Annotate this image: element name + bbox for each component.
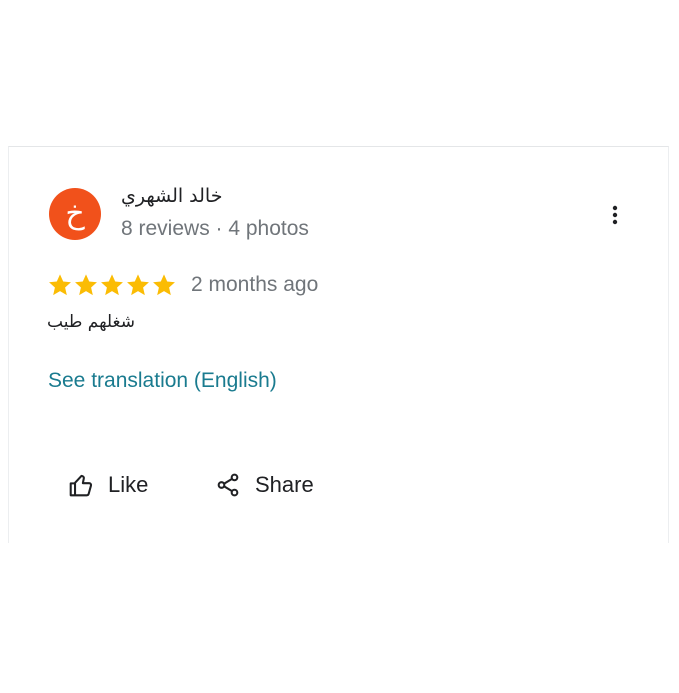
reviewer-name[interactable]: خالد الشهري: [121, 185, 222, 207]
thumb-up-icon: [69, 474, 93, 497]
share-label: Share: [255, 472, 314, 497]
rating-row: 2 months ago: [47, 271, 318, 299]
share-icon: [217, 473, 239, 497]
review-card: خ خالد الشهري 8 reviews · 4 photos 2 mon…: [8, 146, 669, 543]
star-icon: [153, 274, 175, 296]
star-icon: [127, 274, 149, 296]
star-icon: [101, 274, 123, 296]
share-button[interactable]: Share: [215, 467, 314, 503]
like-label: Like: [108, 472, 149, 497]
more-vert-icon: [612, 205, 618, 225]
star-icon: [49, 274, 71, 296]
star-icon: [75, 274, 97, 296]
star-rating: [47, 272, 177, 298]
review-text: شغلهم طيب: [47, 312, 135, 332]
more-options-button[interactable]: [603, 203, 627, 227]
reviewer-meta: 8 reviews · 4 photos: [121, 217, 309, 240]
see-translation-link[interactable]: See translation (English): [48, 369, 277, 393]
avatar[interactable]: خ: [49, 188, 101, 240]
review-time: 2 months ago: [191, 273, 319, 296]
like-button[interactable]: Like: [68, 467, 148, 503]
